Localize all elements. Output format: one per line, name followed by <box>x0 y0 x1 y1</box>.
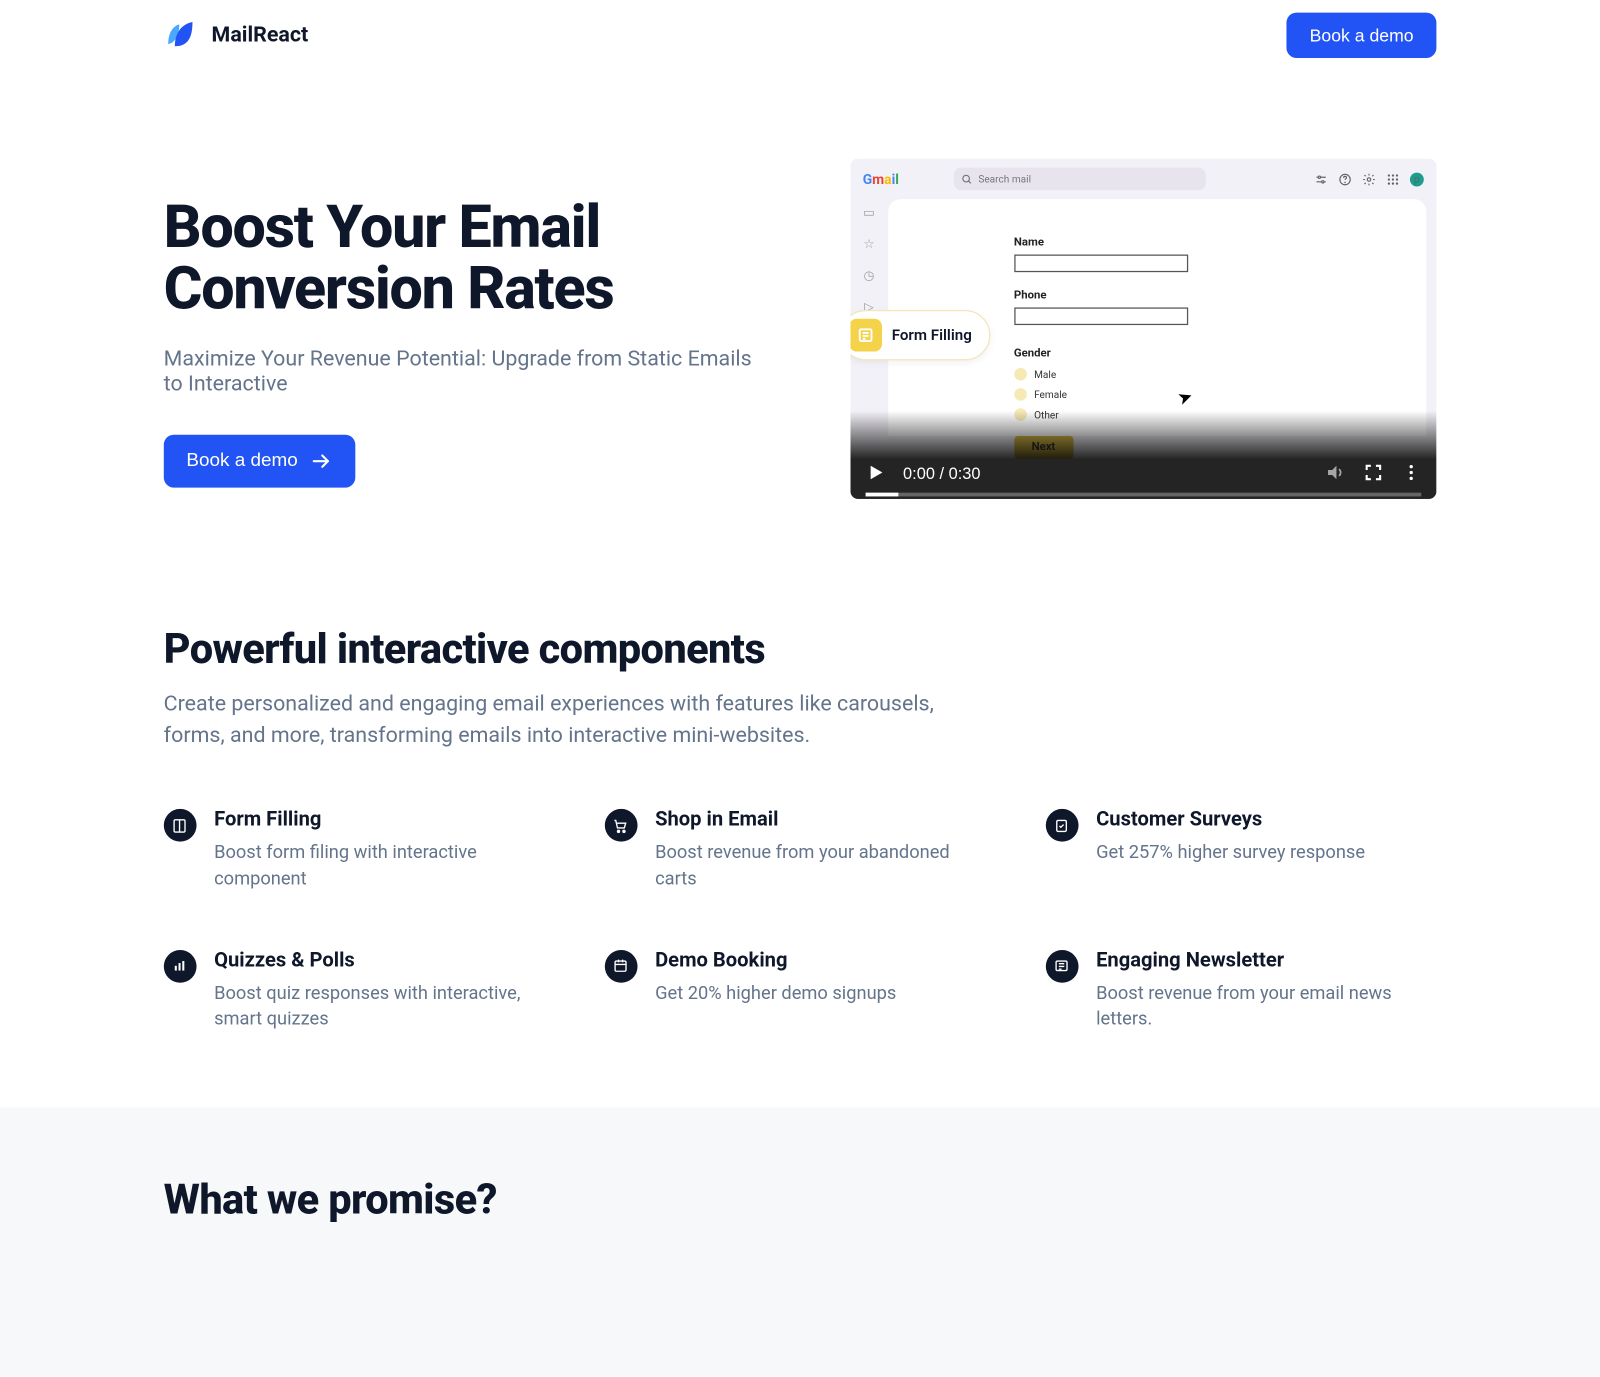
help-icon <box>1338 172 1352 186</box>
demo-video[interactable]: Gmail Gmail Search mail p <box>850 159 1436 499</box>
features-grid: Form Filling Boost form filing with inte… <box>164 807 1437 1033</box>
feature-title: Quizzes & Polls <box>214 947 554 971</box>
gmail-header-icons: p <box>1314 172 1424 186</box>
feature-customer-surveys: Customer Surveys Get 257% higher survey … <box>1046 807 1437 892</box>
feature-desc: Boost form filing with interactive compo… <box>214 841 554 892</box>
hero-title-line1: Boost Your Email <box>164 193 600 262</box>
gender-option-male: Male <box>1014 368 1426 381</box>
gmail-topbar: Gmail Gmail Search mail p <box>850 159 1436 199</box>
feature-title: Form Filling <box>214 807 554 831</box>
phone-label: Phone <box>1014 290 1426 303</box>
feature-desc: Get 257% higher survey response <box>1096 841 1365 867</box>
features-title: Powerful interactive components <box>164 625 1437 674</box>
newsletter-icon <box>1046 950 1079 983</box>
tune-icon <box>1314 172 1328 186</box>
brand-name: MailReact <box>212 23 309 48</box>
arrow-right-icon <box>310 449 333 472</box>
gmail-content: Form Filling Name Phone Gender Male Fema… <box>888 199 1426 436</box>
gmail-avatar: p <box>1410 172 1424 186</box>
survey-icon <box>1046 809 1079 842</box>
hero-title: Boost Your Email Conversion Rates <box>164 197 775 321</box>
gmail-logo: Gmail Gmail <box>863 171 899 187</box>
hero-cta-label: Book a demo <box>186 450 297 471</box>
name-label: Name <box>1014 237 1426 250</box>
video-time: 0:00 / 0:30 <box>903 463 980 482</box>
feature-title: Shop in Email <box>655 807 995 831</box>
form-filling-label: Form Filling <box>892 326 972 344</box>
feature-desc: Boost revenue from your abandoned carts <box>655 841 995 892</box>
phone-field <box>1014 307 1188 325</box>
search-icon <box>962 173 973 184</box>
gmail-search-input: Search mail <box>954 168 1206 191</box>
calendar-icon <box>605 950 638 983</box>
feature-quizzes-polls: Quizzes & Polls Boost quiz responses wit… <box>164 947 555 1032</box>
feature-title: Demo Booking <box>655 947 896 971</box>
feature-shop-in-email: Shop in Email Boost revenue from your ab… <box>605 807 996 892</box>
bar-chart-icon <box>164 950 197 983</box>
name-field <box>1014 255 1188 273</box>
site-header: MailReact Book a demo <box>164 0 1437 71</box>
clock-icon: ◷ <box>864 270 875 284</box>
feature-title: Engaging Newsletter <box>1096 947 1436 971</box>
gender-label: Gender <box>1014 348 1426 361</box>
hero-subtitle: Maximize Your Revenue Potential: Upgrade… <box>164 346 775 396</box>
promise-section: What we promise? <box>0 1108 1600 1376</box>
more-icon[interactable] <box>1401 462 1421 482</box>
feature-title: Customer Surveys <box>1096 807 1365 831</box>
form-icon <box>850 319 882 352</box>
video-controls: 0:00 / 0:30 <box>850 411 1436 499</box>
feature-desc: Get 20% higher demo signups <box>655 981 896 1007</box>
video-progress-bar[interactable] <box>865 493 1421 497</box>
feature-desc: Boost revenue from your email news lette… <box>1096 981 1436 1032</box>
feature-form-filling: Form Filling Boost form filing with inte… <box>164 807 555 892</box>
gear-icon <box>1362 172 1376 186</box>
hero-title-line2: Conversion Rates <box>164 255 614 324</box>
feature-desc: Boost quiz responses with interactive, s… <box>214 981 554 1032</box>
form-filling-icon <box>164 809 197 842</box>
brand-logo[interactable]: MailReact <box>164 18 309 53</box>
gender-option-female: Female <box>1014 388 1426 401</box>
feature-demo-booking: Demo Booking Get 20% higher demo signups <box>605 947 996 1032</box>
play-icon[interactable] <box>865 462 885 482</box>
hero-section: Boost Your Email Conversion Rates Maximi… <box>164 71 1437 575</box>
cart-icon <box>605 809 638 842</box>
gmail-search-placeholder: Search mail <box>978 173 1031 184</box>
fullscreen-icon[interactable] <box>1363 462 1383 482</box>
star-icon: ☆ <box>863 238 874 252</box>
promise-title: What we promise? <box>164 1176 1437 1225</box>
inbox-icon: ▭ <box>863 207 875 221</box>
header-book-demo-button[interactable]: Book a demo <box>1287 13 1436 58</box>
feature-engaging-newsletter: Engaging Newsletter Boost revenue from y… <box>1046 947 1437 1032</box>
volume-icon[interactable] <box>1325 462 1345 482</box>
hero-book-demo-button[interactable]: Book a demo <box>164 434 356 487</box>
form-filling-badge: Form Filling <box>850 310 991 360</box>
features-subtitle: Create personalized and engaging email e… <box>164 689 970 751</box>
logo-icon <box>164 18 199 53</box>
apps-grid-icon <box>1386 172 1400 186</box>
